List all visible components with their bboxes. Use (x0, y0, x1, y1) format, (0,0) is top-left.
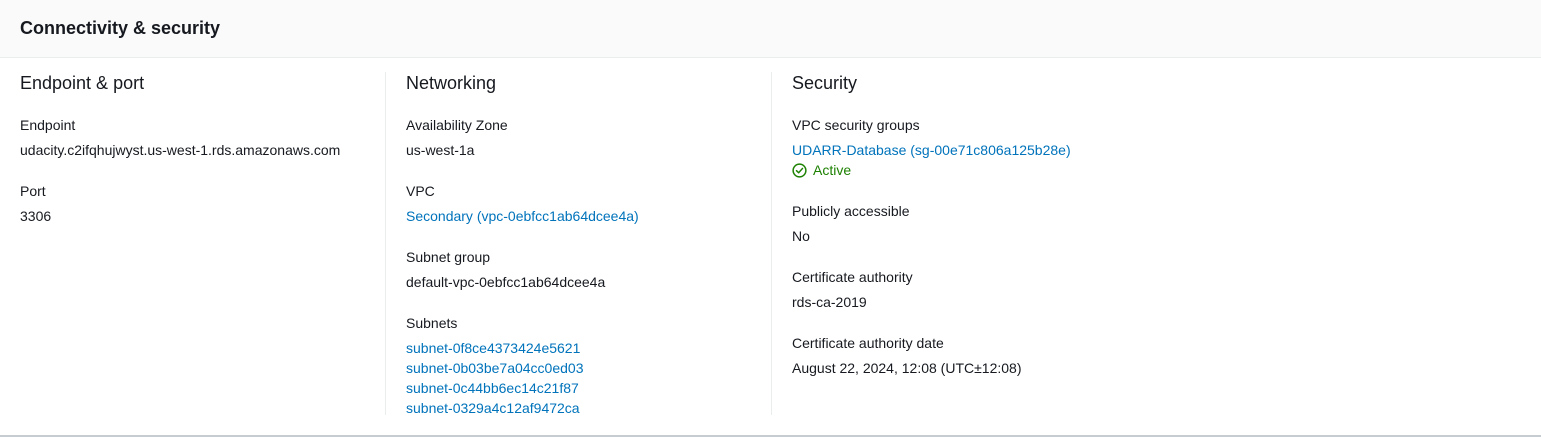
status-text: Active (813, 162, 852, 178)
certificate-authority-label: Certificate authority (792, 269, 913, 285)
port-label: Port (20, 183, 46, 199)
panel-title: Connectivity & security (20, 18, 221, 38)
certificate-authority-date-label: Certificate authority date (792, 335, 944, 351)
port-value: 3306 (20, 208, 52, 224)
security-column: Security VPC security groups UDARR-Datab… (771, 72, 1521, 415)
vpc-label: VPC (406, 183, 435, 199)
endpoint-port-column: Endpoint & port Endpoint udacity.c2ifqhu… (20, 72, 385, 415)
security-heading: Security (792, 73, 858, 93)
endpoint-field: Endpoint udacity.c2ifqhujwyst.us-west-1.… (20, 115, 385, 160)
vpc-security-groups-field: VPC security groups UDARR-Database (sg-0… (792, 115, 1521, 180)
availability-zone-field: Availability Zone us-west-1a (406, 115, 771, 160)
endpoint-value: udacity.c2ifqhujwyst.us-west-1.rds.amazo… (20, 142, 341, 158)
connectivity-security-panel: Connectivity & security Endpoint & port … (0, 0, 1541, 437)
subnet-link[interactable]: subnet-0329a4c12af9472ca (406, 398, 771, 418)
vpc-field: VPC Secondary (vpc-0ebfcc1ab64dcee4a) (406, 181, 771, 226)
subnet-link[interactable]: subnet-0b03be7a04cc0ed03 (406, 358, 771, 378)
availability-zone-label: Availability Zone (406, 117, 508, 133)
endpoint-label: Endpoint (20, 117, 76, 133)
security-group-status: Active (792, 160, 1521, 180)
certificate-authority-date-value: August 22, 2024, 12:08 (UTC±12:08) (792, 360, 1022, 376)
vpc-security-groups-label: VPC security groups (792, 117, 920, 133)
panel-header: Connectivity & security (0, 0, 1541, 58)
certificate-authority-field: Certificate authority rds-ca-2019 (792, 267, 1521, 312)
check-circle-icon (792, 162, 807, 178)
subnet-link[interactable]: subnet-0f8ce4373424e5621 (406, 338, 771, 358)
subnet-group-label: Subnet group (406, 249, 491, 265)
publicly-accessible-field: Publicly accessible No (792, 201, 1521, 246)
certificate-authority-value: rds-ca-2019 (792, 294, 867, 310)
security-group-link[interactable]: UDARR-Database (sg-00e71c806a125b28e) (792, 140, 1521, 160)
publicly-accessible-value: No (792, 228, 810, 244)
subnet-link[interactable]: subnet-0c44bb6ec14c21f87 (406, 378, 771, 398)
panel-columns: Endpoint & port Endpoint udacity.c2ifqhu… (0, 58, 1541, 437)
certificate-authority-date-field: Certificate authority date August 22, 20… (792, 333, 1521, 378)
subnets-list: subnet-0f8ce4373424e5621 subnet-0b03be7a… (406, 338, 771, 418)
publicly-accessible-label: Publicly accessible (792, 203, 910, 219)
subnet-group-field: Subnet group default-vpc-0ebfcc1ab64dcee… (406, 247, 771, 292)
port-field: Port 3306 (20, 181, 385, 226)
subnet-group-value: default-vpc-0ebfcc1ab64dcee4a (406, 274, 606, 290)
subnets-label: Subnets (406, 315, 458, 331)
networking-column: Networking Availability Zone us-west-1a … (385, 72, 771, 418)
vpc-link[interactable]: Secondary (vpc-0ebfcc1ab64dcee4a) (406, 206, 771, 226)
subnets-field: Subnets subnet-0f8ce4373424e5621 subnet-… (406, 313, 771, 418)
availability-zone-value: us-west-1a (406, 142, 475, 158)
networking-heading: Networking (406, 73, 497, 93)
endpoint-port-heading: Endpoint & port (20, 73, 145, 93)
